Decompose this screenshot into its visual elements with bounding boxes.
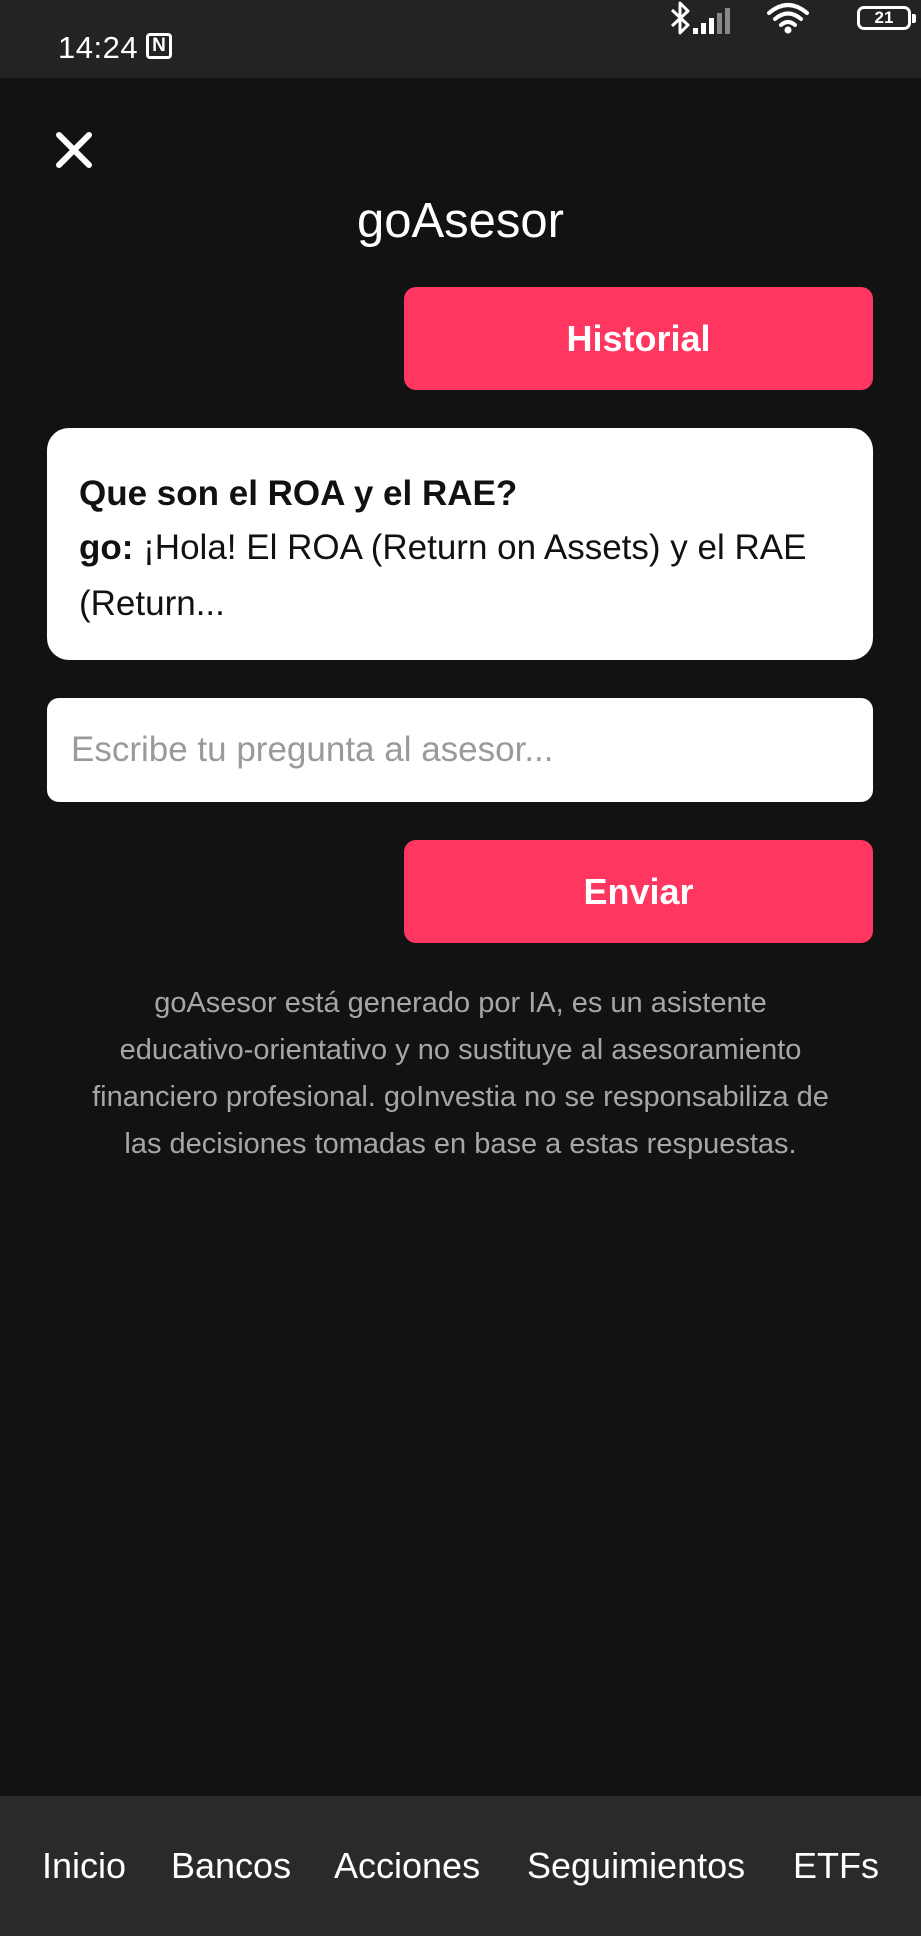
- battery-icon: 21: [857, 6, 916, 30]
- ai-disclaimer: goAsesor está generado por IA, es un asi…: [92, 987, 829, 1160]
- signal-icon: [693, 8, 730, 34]
- send-button[interactable]: Enviar: [404, 840, 873, 943]
- nav-item-seguimientos[interactable]: Seguimientos: [527, 1796, 745, 1936]
- wifi-icon: [767, 3, 809, 34]
- nav-item-inicio[interactable]: Inicio: [42, 1796, 126, 1936]
- bluetooth-icon: [670, 1, 690, 35]
- nav-item-etfs[interactable]: ETFs: [793, 1796, 879, 1936]
- nav-item-acciones[interactable]: Acciones: [334, 1796, 480, 1936]
- bottom-nav: Inicio Bancos Acciones Seguimientos ETFs: [0, 1796, 921, 1936]
- status-time: 14:24: [58, 30, 139, 65]
- nfc-icon: N: [146, 33, 172, 59]
- chat-question: Que son el ROA y el RAE?: [79, 474, 518, 513]
- chat-answer-prefix: go:: [79, 528, 134, 567]
- page-title: goAsesor: [356, 194, 564, 248]
- chat-answer: go: ¡Hola! El ROA (Return on Assets) y e…: [79, 520, 841, 632]
- question-input[interactable]: [47, 698, 873, 802]
- history-button[interactable]: Historial: [404, 287, 873, 390]
- chat-answer-text: ¡Hola! El ROA (Return on Assets) y el RA…: [79, 528, 807, 623]
- nav-item-bancos[interactable]: Bancos: [171, 1796, 291, 1936]
- close-icon: [56, 132, 92, 168]
- status-bar: 14:24 N 21: [0, 0, 921, 78]
- chat-preview-card[interactable]: Que son el ROA y el RAE? go: ¡Hola! El R…: [47, 428, 873, 660]
- close-button[interactable]: [52, 128, 96, 172]
